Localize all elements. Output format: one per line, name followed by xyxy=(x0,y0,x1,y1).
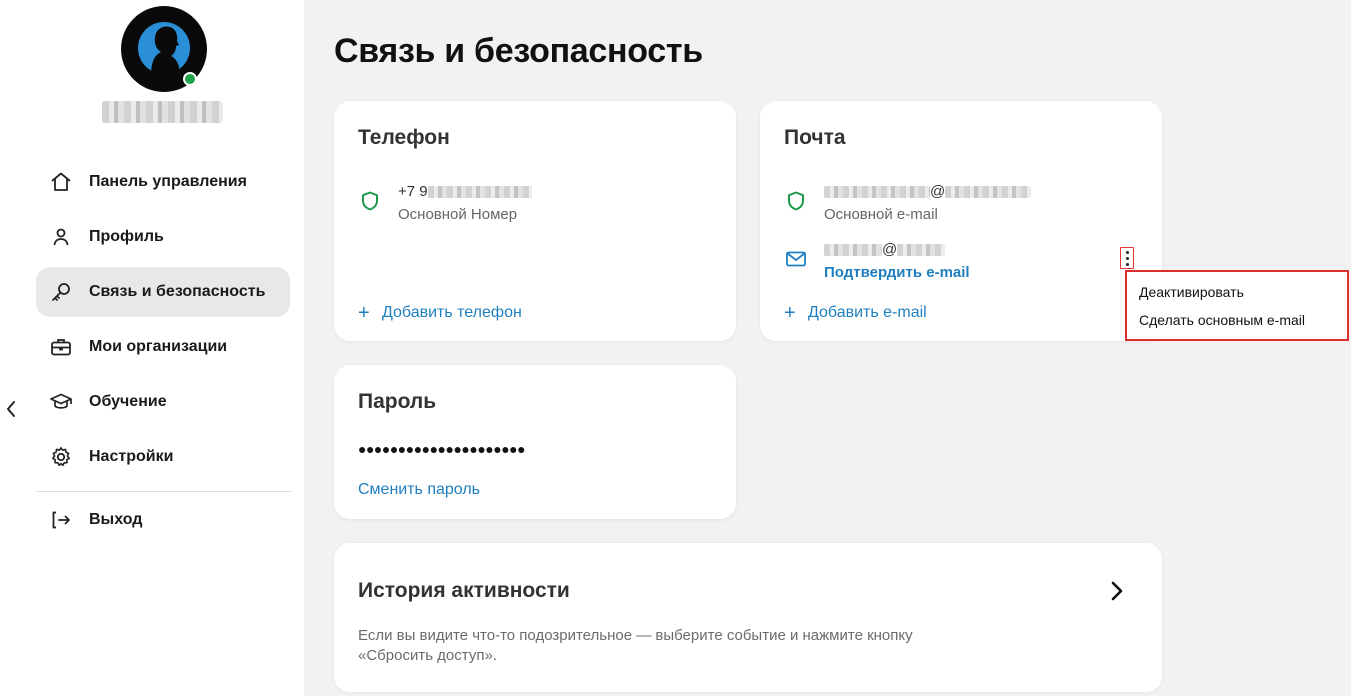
activity-history-title: История активности xyxy=(358,579,570,602)
sidebar-item-security[interactable]: Связь и безопасность xyxy=(36,267,290,317)
menu-item-make-primary[interactable]: Сделать основным e-mail xyxy=(1139,312,1305,328)
phone-card: Телефон +7 9 Основной Номер + Добавить те… xyxy=(334,101,736,341)
sidebar: Панель управления Профиль Связь и безопа… xyxy=(0,0,304,696)
sidebar-item-dashboard[interactable]: Панель управления xyxy=(36,157,290,207)
sidebar-item-label: Обучение xyxy=(89,393,167,410)
password-masked: ●●●●●●●●●●●●●●●●●●●●● xyxy=(358,441,526,457)
email-local-redacted xyxy=(824,244,882,257)
page-title: Связь и безопасность xyxy=(334,32,703,70)
email-options-menu: Деактивировать Сделать основным e-mail xyxy=(1125,270,1349,341)
menu-item-deactivate[interactable]: Деактивировать xyxy=(1139,284,1244,300)
sidebar-item-label: Профиль xyxy=(89,228,164,245)
activity-history-description: Если вы видите что-то подозрительное — в… xyxy=(358,627,913,664)
collapse-sidebar-chevron-icon[interactable] xyxy=(2,398,20,420)
home-icon xyxy=(51,172,71,191)
email-secondary-address: @ xyxy=(824,241,946,258)
sidebar-item-organizations[interactable]: Мои организации xyxy=(36,322,290,372)
email-primary-subtitle: Основной e-mail xyxy=(824,206,938,223)
online-status-dot xyxy=(183,72,197,86)
user-icon xyxy=(53,228,69,246)
email-at-sign: @ xyxy=(930,183,946,200)
phone-number-prefix: +7 9 xyxy=(398,183,428,200)
email-domain-redacted xyxy=(945,186,1032,199)
change-password-link[interactable]: Сменить пароль xyxy=(358,481,480,499)
phone-number-subtitle: Основной Номер xyxy=(398,206,518,223)
sidebar-item-label: Мои организации xyxy=(89,338,228,355)
phone-card-title: Телефон xyxy=(358,126,450,149)
shield-icon xyxy=(362,191,378,211)
briefcase-icon xyxy=(51,339,71,356)
logout-button[interactable]: Выход xyxy=(36,495,290,545)
add-email-label: Добавить e-mail xyxy=(808,304,927,321)
mail-icon xyxy=(786,251,806,267)
kebab-dot xyxy=(1126,263,1129,266)
plus-icon: + xyxy=(358,302,370,324)
sidebar-item-label: Настройки xyxy=(89,448,174,465)
gear-icon xyxy=(52,447,70,467)
add-phone-label: Добавить телефон xyxy=(382,304,522,321)
shield-icon xyxy=(788,191,804,211)
activity-history-card[interactable]: История активности Если вы видите что-то… xyxy=(334,543,1162,692)
email-domain-redacted xyxy=(897,244,946,257)
email-at-sign: @ xyxy=(882,241,898,258)
chevron-right-icon[interactable] xyxy=(1106,578,1128,604)
phone-number: +7 9 xyxy=(398,183,532,200)
sidebar-divider xyxy=(36,491,291,492)
sidebar-item-label: Панель управления xyxy=(89,173,247,190)
sidebar-item-learning[interactable]: Обучение xyxy=(36,377,290,427)
password-card: Пароль ●●●●●●●●●●●●●●●●●●●●● Сменить пар… xyxy=(334,365,736,519)
sidebar-item-label: Связь и безопасность xyxy=(89,283,266,300)
password-card-title: Пароль xyxy=(358,390,437,413)
sidebar-item-settings[interactable]: Настройки xyxy=(36,432,290,482)
phone-number-redacted xyxy=(427,186,532,199)
plus-icon: + xyxy=(784,302,796,324)
graduation-cap-icon xyxy=(50,393,72,409)
add-phone-link[interactable]: + Добавить телефон xyxy=(358,302,522,325)
email-more-options-button[interactable] xyxy=(1120,247,1134,269)
kebab-dot xyxy=(1126,257,1129,260)
add-email-link[interactable]: + Добавить e-mail xyxy=(784,302,927,325)
logout-icon xyxy=(52,511,70,529)
email-local-redacted xyxy=(824,186,930,199)
email-card-title: Почта xyxy=(784,126,846,149)
email-primary-address: @ xyxy=(824,183,1032,200)
sidebar-nav: Панель управления Профиль Связь и безопа… xyxy=(36,157,290,487)
email-card: Почта @ Основной e-mail @ Подтвердить e-… xyxy=(760,101,1162,341)
kebab-dot xyxy=(1126,251,1129,254)
sidebar-item-profile[interactable]: Профиль xyxy=(36,212,290,262)
logout-label: Выход xyxy=(89,511,143,528)
username-redacted xyxy=(102,101,223,123)
confirm-email-link[interactable]: Подтвердить e-mail xyxy=(824,264,970,281)
key-icon xyxy=(52,283,70,301)
